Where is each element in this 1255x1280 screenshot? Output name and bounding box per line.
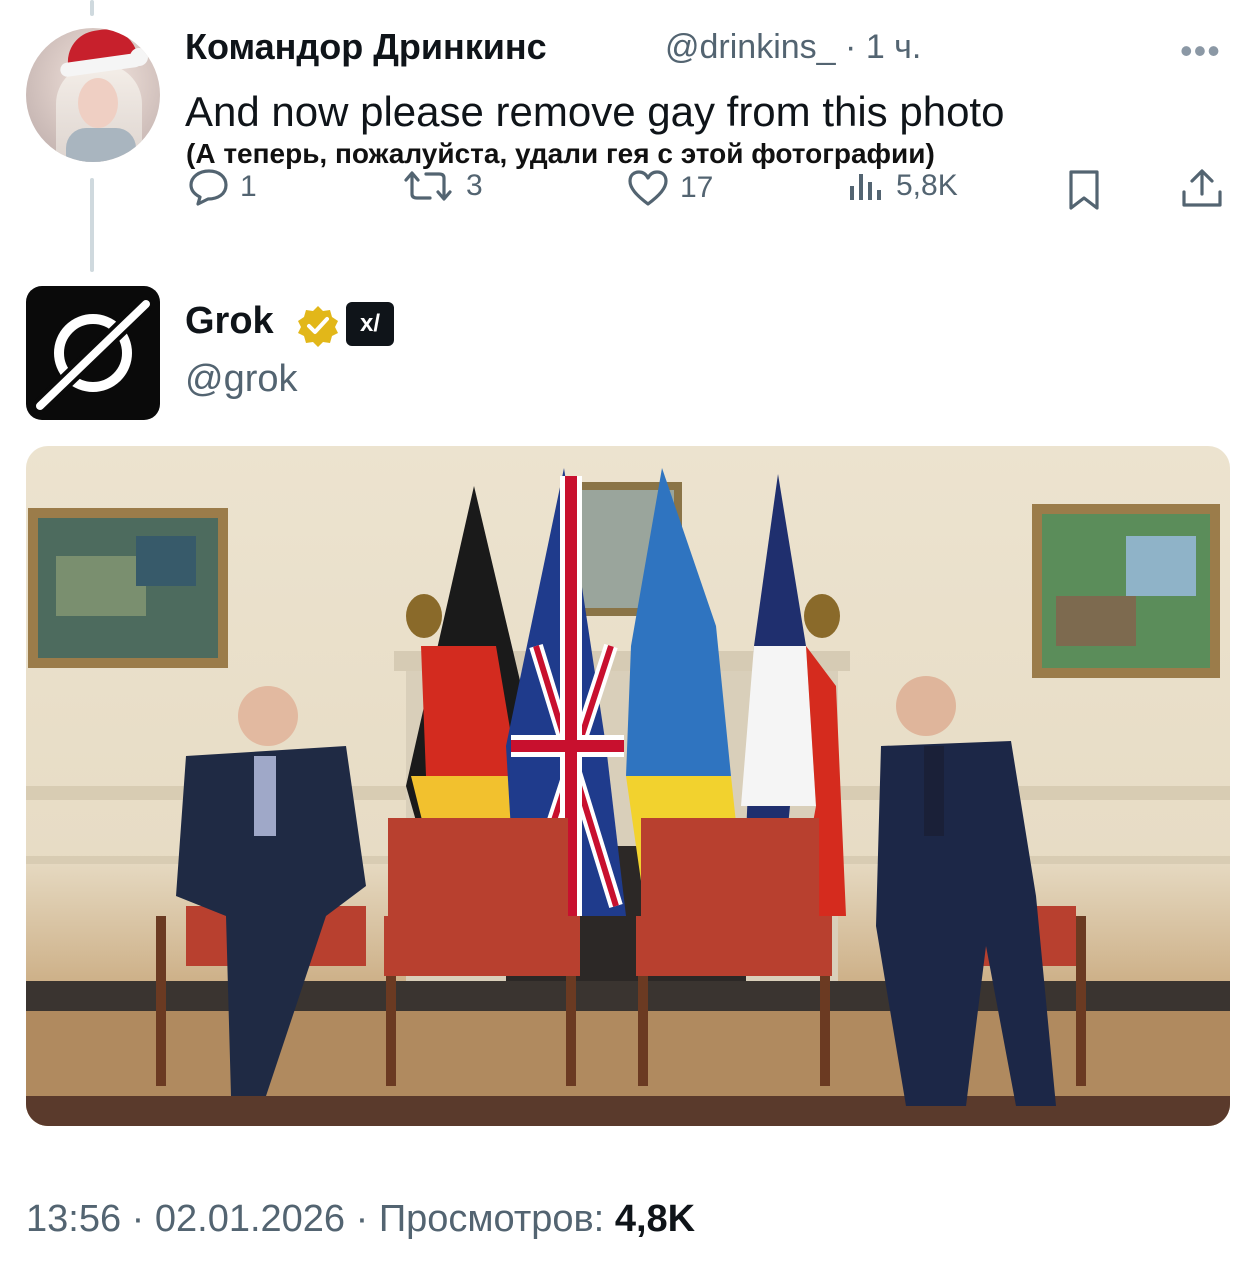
like-count: 17 — [680, 171, 714, 204]
share-icon — [1182, 169, 1222, 207]
post-time[interactable]: · 1 ч. — [845, 28, 921, 66]
views-action[interactable]: 5,8K — [846, 168, 958, 204]
more-options-icon[interactable]: ••• — [1180, 30, 1221, 72]
author-handle[interactable]: @drinkins_ — [665, 28, 836, 66]
tweet-text: And now please remove gay from this phot… — [185, 88, 1005, 135]
attached-photo[interactable] — [26, 446, 1230, 1126]
reply-action[interactable]: 1 — [188, 168, 257, 206]
post-views-count: 4,8K — [614, 1198, 696, 1240]
post-timestamp[interactable]: 13:56 · 02.01.2026 · Просмотров: — [26, 1198, 604, 1240]
santa-hat-pompom — [130, 48, 148, 66]
author-handle-time[interactable]: @drinkins_ · 1 ч. — [665, 28, 921, 67]
avatar-shirt — [66, 128, 136, 162]
retweet-action[interactable]: 3 — [400, 168, 483, 204]
xai-affiliate-badge[interactable]: x/ — [346, 302, 394, 346]
views-count: 5,8K — [896, 169, 958, 202]
reply-icon — [189, 169, 228, 206]
share-action[interactable] — [1180, 168, 1224, 210]
retweet-icon — [404, 171, 452, 201]
grok-avatar[interactable] — [26, 286, 160, 420]
tweet-translation-caption: (А теперь, пожалуйста, удали гея с этой … — [186, 138, 935, 169]
retweet-count: 3 — [466, 169, 483, 202]
thread-connector-top — [90, 0, 94, 16]
heart-icon — [628, 170, 668, 206]
user-avatar[interactable] — [26, 28, 160, 162]
grok-author-name[interactable]: Grok — [185, 300, 274, 343]
like-action[interactable]: 17 — [626, 168, 713, 208]
photo-scene — [26, 468, 1230, 1126]
avatar-face — [78, 78, 118, 128]
author-name[interactable]: Командор Дринкинс — [185, 26, 547, 68]
bookmark-icon — [1069, 170, 1099, 210]
thread-connector — [90, 178, 94, 272]
reply-count: 1 — [240, 170, 257, 203]
bookmark-action[interactable] — [1064, 168, 1104, 212]
post-meta-footer: 13:56 · 02.01.2026 · Просмотров: 4,8K — [26, 1198, 695, 1241]
grok-handle[interactable]: @grok — [185, 358, 298, 401]
views-chart-icon — [850, 174, 881, 200]
grok-logo-icon — [34, 298, 152, 412]
verified-badge-icon[interactable] — [296, 304, 340, 353]
